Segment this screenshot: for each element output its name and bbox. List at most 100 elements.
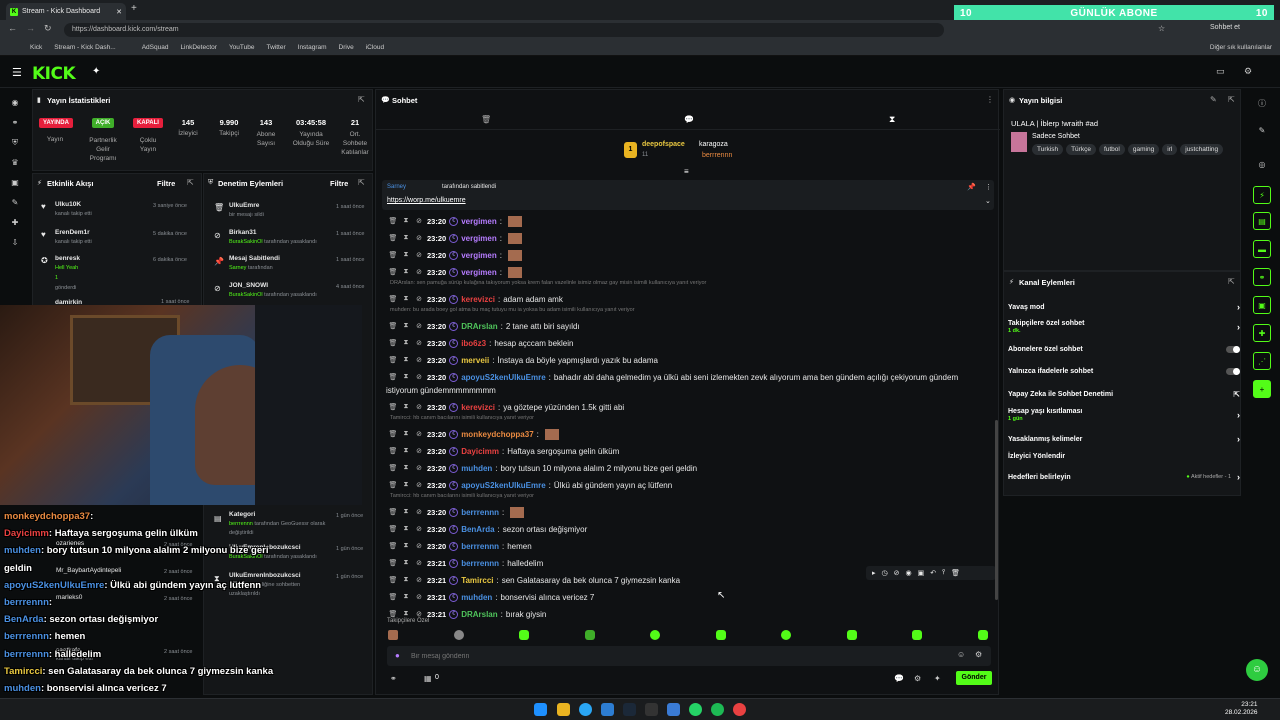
broadcast-icon[interactable]: ◉ <box>10 98 20 108</box>
timeout-icon[interactable]: ⧗ <box>401 234 411 242</box>
steam-icon[interactable] <box>623 703 636 716</box>
chat-message[interactable]: 🗑 ⧗ ⊘ 23:20 € vergimen: <box>388 214 522 228</box>
pencil-icon[interactable]: ✎ <box>1257 126 1267 136</box>
pin-icon[interactable]: ✦ <box>92 66 100 77</box>
mod-by[interactable]: BurakSakinOl <box>229 239 263 245</box>
delete-message-icon[interactable]: 🗑 <box>388 464 398 472</box>
trophy-icon[interactable]: ♛ <box>10 158 20 168</box>
timeout-icon[interactable]: ⧗ <box>401 251 411 259</box>
channel-action-row[interactable]: Hesap yaşı kısıtlaması 1 gün › <box>1008 408 1240 422</box>
tag[interactable]: irl <box>1162 144 1178 155</box>
chat-message[interactable]: 🗑 ⧗ ⊘ 23:20 € berrrennn: hemen <box>388 539 532 553</box>
chat-settings-icon[interactable]: 💬 <box>894 674 904 683</box>
info-icon[interactable]: ⓘ <box>1257 98 1267 108</box>
ban-icon[interactable]: ⊘ <box>414 576 424 584</box>
video-icon[interactable]: ▣ <box>10 178 20 188</box>
mod-by[interactable]: BurakSakinOl <box>229 292 263 298</box>
timeout-icon[interactable]: ⧗ <box>401 430 411 438</box>
clock[interactable]: 23:21 28.02.2026 <box>1225 701 1258 717</box>
chat-message[interactable]: 🗑 ⧗ ⊘ 23:20 € apoyuS2kenUlkuEmre: bahadır abi … <box>388 370 958 384</box>
app-icon[interactable] <box>733 703 746 716</box>
ban-icon[interactable]: ⊘ <box>414 268 424 276</box>
pin-action-icon[interactable]: ⫯ <box>942 569 945 577</box>
tag[interactable]: Turkish <box>1032 144 1064 155</box>
app-icon[interactable] <box>601 703 614 716</box>
popout-icon[interactable]: ⇱ <box>358 178 365 187</box>
toggle-switch[interactable] <box>1226 368 1240 375</box>
mod-target[interactable]: JON_SNOWI <box>229 282 268 289</box>
chat-message[interactable]: 🗑 ⧗ ⊘ 23:20 € BenArda: sezon ortası değişmiyor <box>388 522 587 536</box>
mod-target[interactable]: UlkuEmrenInbozukcsci <box>229 572 301 579</box>
delete-message-icon[interactable]: 🗑 <box>388 481 398 489</box>
timeout-icon[interactable]: ⧗ <box>401 268 411 276</box>
back-icon[interactable]: ← <box>8 23 17 33</box>
ban-icon[interactable]: ⊘ <box>414 481 424 489</box>
reply-icon[interactable]: ▸ <box>872 569 876 577</box>
chevron-down-icon[interactable]: ⌄ <box>985 197 991 205</box>
delete-message-icon[interactable]: 🗑 <box>388 295 398 303</box>
channel-action-row[interactable]: Takipçilere özel sohbet 1 dk. › <box>1008 320 1240 334</box>
delete-message-icon[interactable]: 🗑 <box>388 576 398 584</box>
chat-scrollbar[interactable] <box>995 420 998 600</box>
reload-icon[interactable]: ↻ <box>44 23 52 34</box>
gifter-name[interactable]: karagoza <box>699 141 728 148</box>
ban-icon[interactable]: ⊘ <box>414 593 424 601</box>
emote-icon[interactable] <box>781 630 792 640</box>
tag[interactable]: futbol <box>1098 144 1125 155</box>
bookmark[interactable]: Instagram <box>298 44 327 51</box>
filter-button[interactable]: Filtre <box>157 179 175 188</box>
chat-message[interactable]: 🗑 ⧗ ⊘ 23:20 € vergimen: <box>388 248 522 262</box>
stream-category[interactable]: Sadece Sohbet <box>1032 133 1080 140</box>
delete-message-icon[interactable]: 🗑 <box>388 322 398 330</box>
message-user[interactable]: berrrennn <box>461 559 499 568</box>
activity-user[interactable]: Ulku10K <box>55 201 81 208</box>
chat-message[interactable]: 🗑 ⧗ ⊘ 23:20 € merveii: İnstaya da böyle yapmış… <box>388 353 658 367</box>
undo-icon[interactable]: ↶ <box>930 569 936 577</box>
ban-icon[interactable]: ⊘ <box>414 251 424 259</box>
timeout-icon[interactable]: ⧗ <box>401 356 411 364</box>
popout-icon[interactable]: ⇱ <box>1228 277 1235 286</box>
close-tab-icon[interactable]: ✕ <box>116 8 122 16</box>
chat-message[interactable]: 🗑 ⧗ ⊘ 23:21 € Tamircci: sen Galatasaray da bek… <box>388 573 680 587</box>
delete-message-icon[interactable]: 🗑 <box>388 373 398 381</box>
delete-message-icon[interactable]: 🗑 <box>388 610 398 618</box>
chat-message[interactable]: 🗑 ⧗ ⊘ 23:20 € muhden: bory tutsun 10 milyona a… <box>388 461 697 475</box>
shield-icon[interactable]: ⛨ <box>10 138 20 148</box>
delete-message-icon[interactable]: 🗑 <box>388 268 398 276</box>
message-user[interactable]: monkeydchoppa37 <box>461 430 533 439</box>
activity-user[interactable]: ErenDem1r <box>55 229 90 236</box>
delete-message-icon[interactable]: 🗑 <box>388 593 398 601</box>
puzzle-icon[interactable]: ✚ <box>10 218 20 228</box>
timeout-icon[interactable]: ⧗ <box>401 593 411 601</box>
game-icon[interactable]: ✦ <box>934 674 941 683</box>
bookmark[interactable]: iCloud <box>366 44 384 51</box>
more-icon[interactable]: ⋮ <box>986 95 994 104</box>
kick-logo[interactable]: KICK <box>32 64 76 84</box>
mod-by[interactable]: Sarney <box>229 265 246 271</box>
delete-message-icon[interactable]: 🗑 <box>388 447 398 455</box>
message-user[interactable]: kerevizci <box>461 403 495 412</box>
chat-message[interactable]: 🗑 ⧗ ⊘ 23:20 € vergimen: <box>388 231 522 245</box>
delete-message-icon[interactable]: 🗑 <box>388 559 398 567</box>
message-user[interactable]: Dayicimm <box>461 447 499 456</box>
timeout-icon[interactable]: ⧗ <box>401 481 411 489</box>
message-user[interactable]: berrrennn <box>461 508 499 517</box>
share-shortcut-icon[interactable]: ⋰ <box>1253 352 1271 370</box>
emote-icon[interactable] <box>715 630 726 640</box>
chat-message[interactable]: 🗑 ⧗ ⊘ 23:20 € berrrennn: <box>388 505 525 519</box>
favorite-star-icon[interactable]: ☆ <box>1158 24 1165 33</box>
doc-shortcut-icon[interactable]: ▤ <box>1253 212 1271 230</box>
bookmark[interactable]: AdSquad <box>142 44 169 51</box>
bookmark[interactable]: Kick <box>30 44 42 51</box>
timeout-icon[interactable]: ⧗ <box>401 373 411 381</box>
message-user[interactable]: muhden <box>461 593 492 602</box>
delete-message-icon[interactable]: 🗑 <box>388 217 398 225</box>
terminal-icon[interactable] <box>645 703 658 716</box>
other-bookmarks[interactable]: Diğer sık kullanılanlar <box>1210 44 1272 51</box>
message-user[interactable]: kerevizci <box>461 295 495 304</box>
ban-icon[interactable]: ⊘ <box>414 430 424 438</box>
bookmark[interactable]: Drive <box>339 44 354 51</box>
chat-input[interactable] <box>411 649 931 663</box>
ban-icon[interactable]: ⊘ <box>414 508 424 516</box>
gifter-name[interactable]: berrrennn <box>702 152 732 159</box>
